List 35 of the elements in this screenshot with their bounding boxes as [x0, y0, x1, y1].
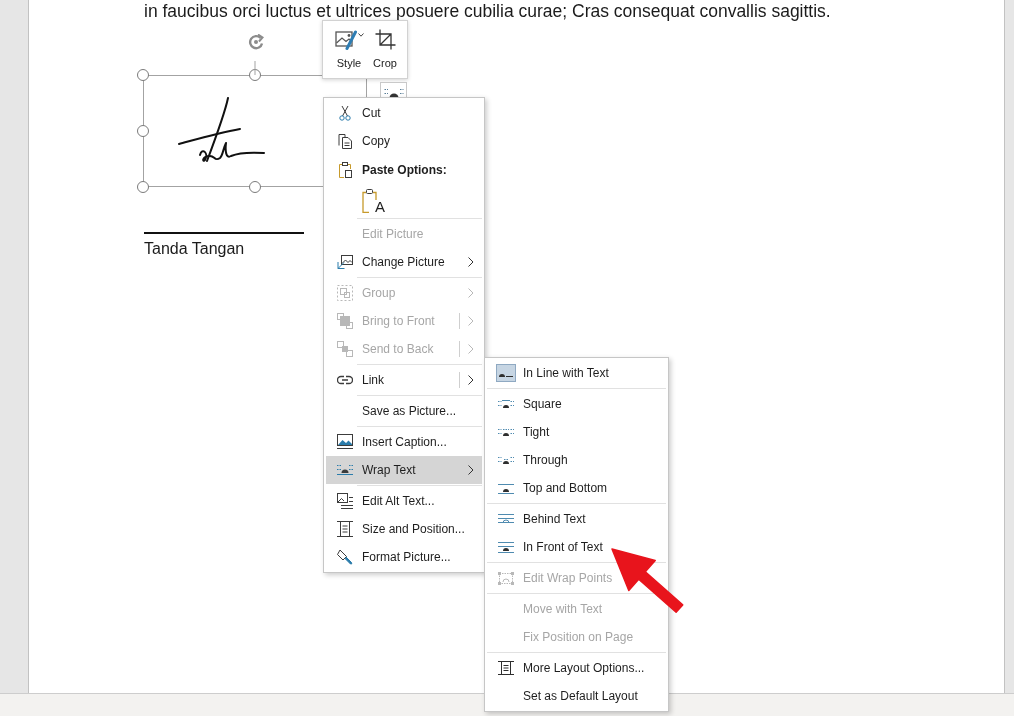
menu-item[interactable]: Wrap Text	[326, 456, 482, 484]
paintbrush-icon	[337, 549, 353, 565]
toolbar-button[interactable]: Crop	[369, 29, 401, 70]
layout-options-button[interactable]	[380, 82, 407, 97]
paste-option-button[interactable]: A	[362, 188, 385, 214]
crop-icon	[374, 29, 396, 50]
signature-caption: Tanda Tangan	[144, 239, 245, 259]
resize-handle[interactable]	[249, 181, 261, 193]
send-backward-icon	[337, 341, 353, 357]
group-icon	[337, 285, 353, 301]
text-wrap-icon	[337, 462, 353, 478]
resize-handle[interactable]	[249, 69, 261, 81]
chevron-right-icon	[468, 375, 474, 385]
chevron-right-icon	[468, 288, 474, 298]
scissors-icon	[337, 105, 353, 121]
chevron-right-icon	[468, 465, 474, 475]
chevron-right-icon	[468, 316, 474, 326]
alt-text-icon	[337, 493, 353, 509]
chevron-right-icon	[468, 344, 474, 354]
rotate-handle-icon[interactable]	[247, 34, 264, 75]
picture-caption-icon	[337, 434, 353, 450]
picture-brush-icon	[334, 29, 357, 50]
bring-forward-icon	[337, 313, 353, 329]
resize-handle[interactable]	[137, 125, 149, 137]
picture-swap-icon	[337, 254, 353, 270]
chevron-right-icon	[468, 257, 474, 267]
resize-handle[interactable]	[137, 181, 149, 193]
wrap-arch-icon	[383, 86, 404, 97]
size-position-icon	[337, 521, 353, 537]
clipboard-icon	[337, 162, 353, 178]
toolbar-button[interactable]: Style	[329, 29, 369, 70]
copy-icon	[337, 133, 353, 149]
resize-handle[interactable]	[137, 69, 149, 81]
body-text: in faucibus orci luctus et ultrices posuere cubilia curae; Cras consequat convallis sagittis.	[144, 0, 831, 22]
clipboard-icon	[362, 188, 377, 213]
